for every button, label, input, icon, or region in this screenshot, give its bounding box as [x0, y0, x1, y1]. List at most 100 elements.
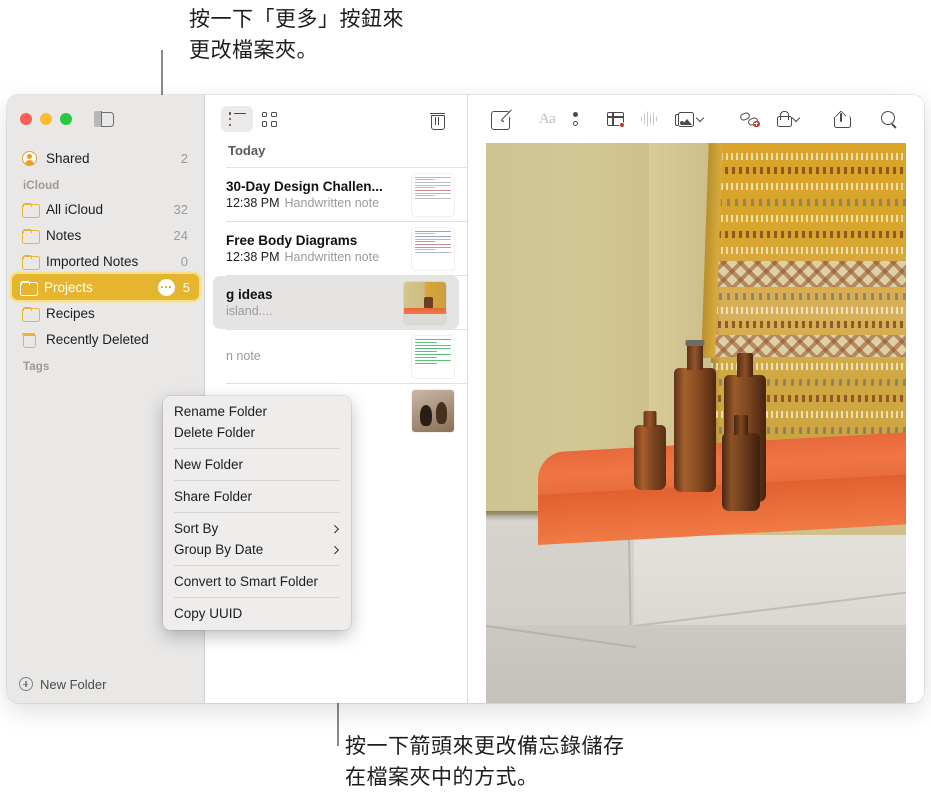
note-photo-wrap — [468, 143, 924, 703]
share-button[interactable] — [824, 105, 858, 133]
note-list-item[interactable]: Free Body Diagrams 12:38 PM Handwritten n… — [205, 222, 467, 275]
checklist-icon — [572, 111, 590, 126]
note-list-item[interactable]: 30-Day Design Challen... 12:38 PM Handwri… — [205, 168, 467, 221]
note-photo[interactable] — [486, 143, 906, 703]
note-list-item[interactable]: n note — [205, 330, 467, 383]
annotation-bottom: 按一下箭頭來更改備忘錄儲存 在檔案夾中的方式。 — [345, 735, 625, 789]
menu-separator — [174, 512, 340, 513]
trash-icon — [429, 111, 445, 130]
folder-context-menu[interactable]: Rename Folder Delete Folder New Folder S… — [163, 396, 351, 630]
sidebar-item-imported-notes[interactable]: Imported Notes 0 — [14, 248, 197, 274]
sidebar-item-label: Projects — [44, 279, 93, 295]
sidebar-item-count: 2 — [180, 150, 188, 166]
note-text: g ideas island.... — [226, 286, 404, 320]
close-button[interactable] — [20, 113, 32, 125]
sidebar-item-notes[interactable]: Notes 24 — [14, 222, 197, 248]
compose-button[interactable] — [482, 105, 516, 133]
window-controls — [20, 113, 72, 125]
delete-note-button[interactable] — [421, 106, 453, 132]
photo-bottle-tall-left — [674, 340, 716, 492]
link-button[interactable] — [732, 105, 766, 133]
shared-icon — [22, 150, 41, 166]
menu-item-label: New Folder — [174, 457, 244, 472]
note-thumbnail — [412, 389, 454, 432]
list-view-icon — [228, 112, 246, 126]
note-detail-pane: Aa — [468, 95, 924, 703]
note-meta: n note — [226, 348, 404, 365]
sidebar-item-label: Recently Deleted — [46, 331, 149, 347]
note-subtitle: island.... — [226, 303, 273, 318]
note-list-section-header: Today — [228, 143, 266, 158]
sidebar-item-label: Notes — [46, 227, 82, 243]
list-view-button[interactable] — [221, 106, 253, 132]
note-meta: 12:38 PM Handwritten note — [226, 249, 404, 266]
minimize-button[interactable] — [40, 113, 52, 125]
folder-icon — [22, 306, 41, 322]
note-thumbnail — [412, 227, 454, 270]
sidebar-item-projects[interactable]: Projects 5 — [12, 274, 199, 300]
note-subtitle: Handwritten note — [284, 249, 380, 264]
menu-item-convert-to-smart-folder[interactable]: Convert to Smart Folder — [163, 571, 351, 592]
menu-separator — [174, 448, 340, 449]
plus-circle-icon — [19, 677, 33, 691]
note-meta: island.... — [226, 303, 396, 320]
sidebar-item-all-icloud[interactable]: All iCloud 32 — [14, 196, 197, 222]
link-icon — [738, 111, 760, 127]
menu-item-label: Sort By — [174, 521, 219, 536]
media-icon — [675, 111, 694, 127]
note-list-item-selected[interactable]: g ideas island.... — [213, 276, 459, 329]
compose-icon — [490, 110, 512, 130]
search-icon — [881, 111, 897, 127]
sidebar-item-shared[interactable]: Shared 2 — [14, 145, 197, 171]
menu-item-copy-uuid[interactable]: Copy UUID — [163, 603, 351, 624]
search-button[interactable] — [872, 105, 906, 133]
table-icon — [606, 112, 625, 128]
menu-item-label: Share Folder — [174, 489, 253, 504]
audio-button[interactable] — [632, 105, 666, 133]
format-text-button[interactable]: Aa — [530, 105, 564, 133]
menu-item-new-folder[interactable]: New Folder — [163, 454, 351, 475]
photo-bottle-small — [634, 411, 666, 490]
note-list-toolbar — [205, 95, 467, 143]
photo-bottle-medium — [722, 415, 760, 511]
trash-icon — [22, 332, 41, 349]
more-button[interactable] — [157, 278, 175, 296]
sidebar-item-recipes[interactable]: Recipes — [14, 300, 197, 326]
sidebar-item-label: All iCloud — [46, 201, 104, 217]
menu-item-group-by-date[interactable]: Group By Date — [163, 539, 351, 560]
menu-item-label: Convert to Smart Folder — [174, 574, 319, 589]
sidebar-section-tags: Tags — [23, 361, 50, 373]
sidebar-item-count: 0 — [180, 253, 188, 269]
note-title: 30-Day Design Challen... — [226, 178, 383, 194]
share-icon — [833, 110, 851, 128]
media-button[interactable] — [666, 105, 712, 133]
lock-button[interactable] — [766, 105, 810, 133]
menu-item-label: Rename Folder — [174, 404, 268, 419]
note-title: Free Body Diagrams — [226, 232, 358, 248]
chevron-down-icon — [695, 113, 705, 122]
sidebar-item-label: Recipes — [46, 305, 95, 321]
folder-icon — [20, 280, 39, 296]
note-thumbnail — [404, 281, 446, 324]
format-text-icon: Aa — [538, 110, 556, 127]
lock-icon — [777, 111, 792, 127]
sidebar-toggle-icon[interactable] — [94, 110, 114, 128]
zoom-button[interactable] — [60, 113, 72, 125]
table-button[interactable] — [598, 105, 632, 133]
note-text: n note — [226, 348, 412, 365]
annotation-top: 按一下「更多」按鈕來 更改檔案夾。 — [189, 8, 404, 62]
new-folder-button[interactable]: New Folder — [7, 665, 204, 703]
sidebar-item-recently-deleted[interactable]: Recently Deleted — [14, 326, 197, 352]
menu-separator — [174, 480, 340, 481]
photo-base-front — [486, 625, 906, 703]
note-detail-toolbar: Aa — [468, 95, 924, 143]
chevron-right-icon — [330, 524, 339, 533]
checklist-button[interactable] — [564, 105, 598, 133]
menu-item-delete-folder[interactable]: Delete Folder — [163, 422, 351, 443]
menu-item-sort-by[interactable]: Sort By — [163, 518, 351, 539]
gallery-view-button[interactable] — [253, 106, 285, 132]
menu-item-rename-folder[interactable]: Rename Folder — [163, 401, 351, 422]
menu-item-share-folder[interactable]: Share Folder — [163, 486, 351, 507]
note-subtitle: Handwritten note — [284, 195, 380, 210]
menu-separator — [174, 597, 340, 598]
